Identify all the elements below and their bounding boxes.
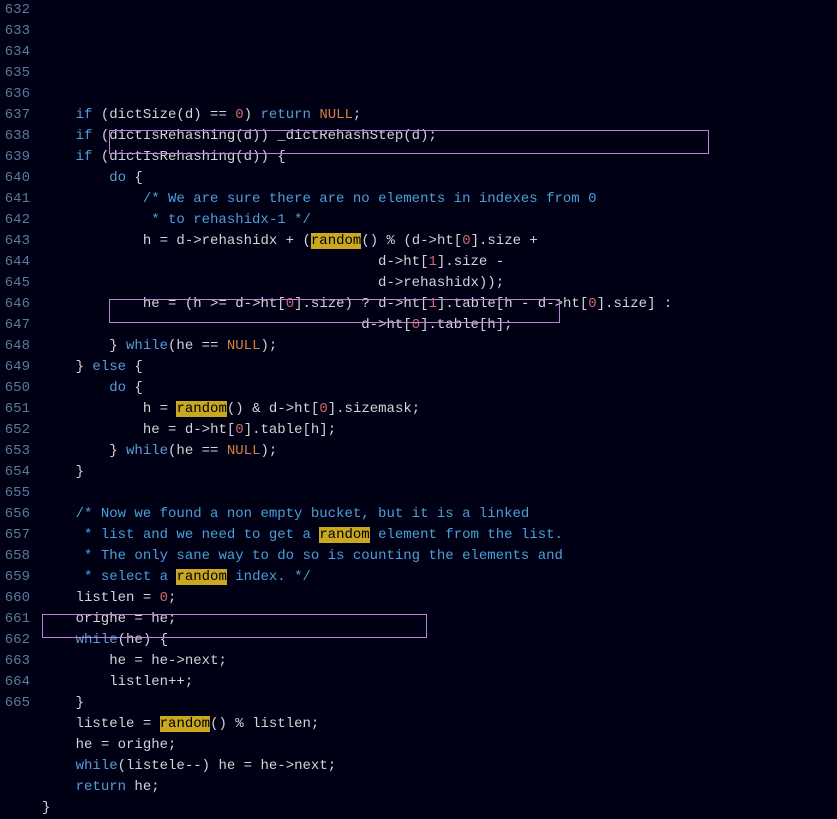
code-line[interactable]: } else {	[42, 357, 837, 378]
line-number: 658	[0, 546, 30, 567]
code-line[interactable]: if (dictIsRehashing(d)) {	[42, 147, 837, 168]
code-line[interactable]: /* Now we found a non empty bucket, but …	[42, 504, 837, 525]
line-number: 648	[0, 336, 30, 357]
code-line[interactable]: d->ht[1].size -	[42, 252, 837, 273]
code-line[interactable]: orighe = he;	[42, 609, 837, 630]
code-line[interactable]: * to rehashidx-1 */	[42, 210, 837, 231]
line-number: 637	[0, 105, 30, 126]
line-number: 634	[0, 42, 30, 63]
line-number: 646	[0, 294, 30, 315]
code-editor[interactable]: 6326336346356366376386396406416426436446…	[0, 0, 837, 819]
code-line[interactable]: d->ht[0].table[h];	[42, 315, 837, 336]
line-number: 633	[0, 21, 30, 42]
line-number: 650	[0, 378, 30, 399]
code-line[interactable]: listlen = 0;	[42, 588, 837, 609]
code-line[interactable]: * select a random index. */	[42, 567, 837, 588]
line-number: 642	[0, 210, 30, 231]
line-number: 662	[0, 630, 30, 651]
code-line[interactable]: h = d->rehashidx + (random() % (d->ht[0]…	[42, 231, 837, 252]
code-line[interactable]	[42, 483, 837, 504]
line-number: 636	[0, 84, 30, 105]
line-number: 643	[0, 231, 30, 252]
code-line[interactable]: listlen++;	[42, 672, 837, 693]
code-line[interactable]: do {	[42, 168, 837, 189]
code-line[interactable]: while(he) {	[42, 630, 837, 651]
line-number: 632	[0, 0, 30, 21]
line-number: 652	[0, 420, 30, 441]
code-line[interactable]: he = d->ht[0].table[h];	[42, 420, 837, 441]
code-line[interactable]: he = (h >= d->ht[0].size) ? d->ht[1].tab…	[42, 294, 837, 315]
code-line[interactable]: }	[42, 693, 837, 714]
line-number: 640	[0, 168, 30, 189]
line-number: 657	[0, 525, 30, 546]
code-line[interactable]: } while(he == NULL);	[42, 441, 837, 462]
code-line[interactable]: he = he->next;	[42, 651, 837, 672]
line-number: 665	[0, 693, 30, 714]
code-line[interactable]: return he;	[42, 777, 837, 798]
code-line[interactable]: if (dictSize(d) == 0) return NULL;	[42, 105, 837, 126]
code-line[interactable]: h = random() & d->ht[0].sizemask;	[42, 399, 837, 420]
code-line[interactable]: * list and we need to get a random eleme…	[42, 525, 837, 546]
line-number: 645	[0, 273, 30, 294]
code-line[interactable]: if (dictIsRehashing(d)) _dictRehashStep(…	[42, 126, 837, 147]
code-line[interactable]: while(listele--) he = he->next;	[42, 756, 837, 777]
line-number: 659	[0, 567, 30, 588]
line-number: 647	[0, 315, 30, 336]
code-line[interactable]: do {	[42, 378, 837, 399]
code-line[interactable]: * The only sane way to do so is counting…	[42, 546, 837, 567]
code-line[interactable]: } while(he == NULL);	[42, 336, 837, 357]
line-number: 656	[0, 504, 30, 525]
line-number: 664	[0, 672, 30, 693]
code-line[interactable]: he = orighe;	[42, 735, 837, 756]
code-line[interactable]: listele = random() % listlen;	[42, 714, 837, 735]
line-number: 661	[0, 609, 30, 630]
line-number: 644	[0, 252, 30, 273]
line-number: 639	[0, 147, 30, 168]
code-line[interactable]: /* We are sure there are no elements in …	[42, 189, 837, 210]
code-line[interactable]: }	[42, 798, 837, 819]
line-number: 655	[0, 483, 30, 504]
code-content[interactable]: if (dictSize(d) == 0) return NULL; if (d…	[42, 0, 837, 819]
line-number: 638	[0, 126, 30, 147]
line-number: 663	[0, 651, 30, 672]
code-line[interactable]: d->rehashidx));	[42, 273, 837, 294]
line-number: 651	[0, 399, 30, 420]
line-number: 660	[0, 588, 30, 609]
line-number: 635	[0, 63, 30, 84]
code-line[interactable]: }	[42, 462, 837, 483]
line-number: 653	[0, 441, 30, 462]
line-number: 654	[0, 462, 30, 483]
line-number: 649	[0, 357, 30, 378]
line-number-gutter: 6326336346356366376386396406416426436446…	[0, 0, 42, 819]
line-number: 641	[0, 189, 30, 210]
